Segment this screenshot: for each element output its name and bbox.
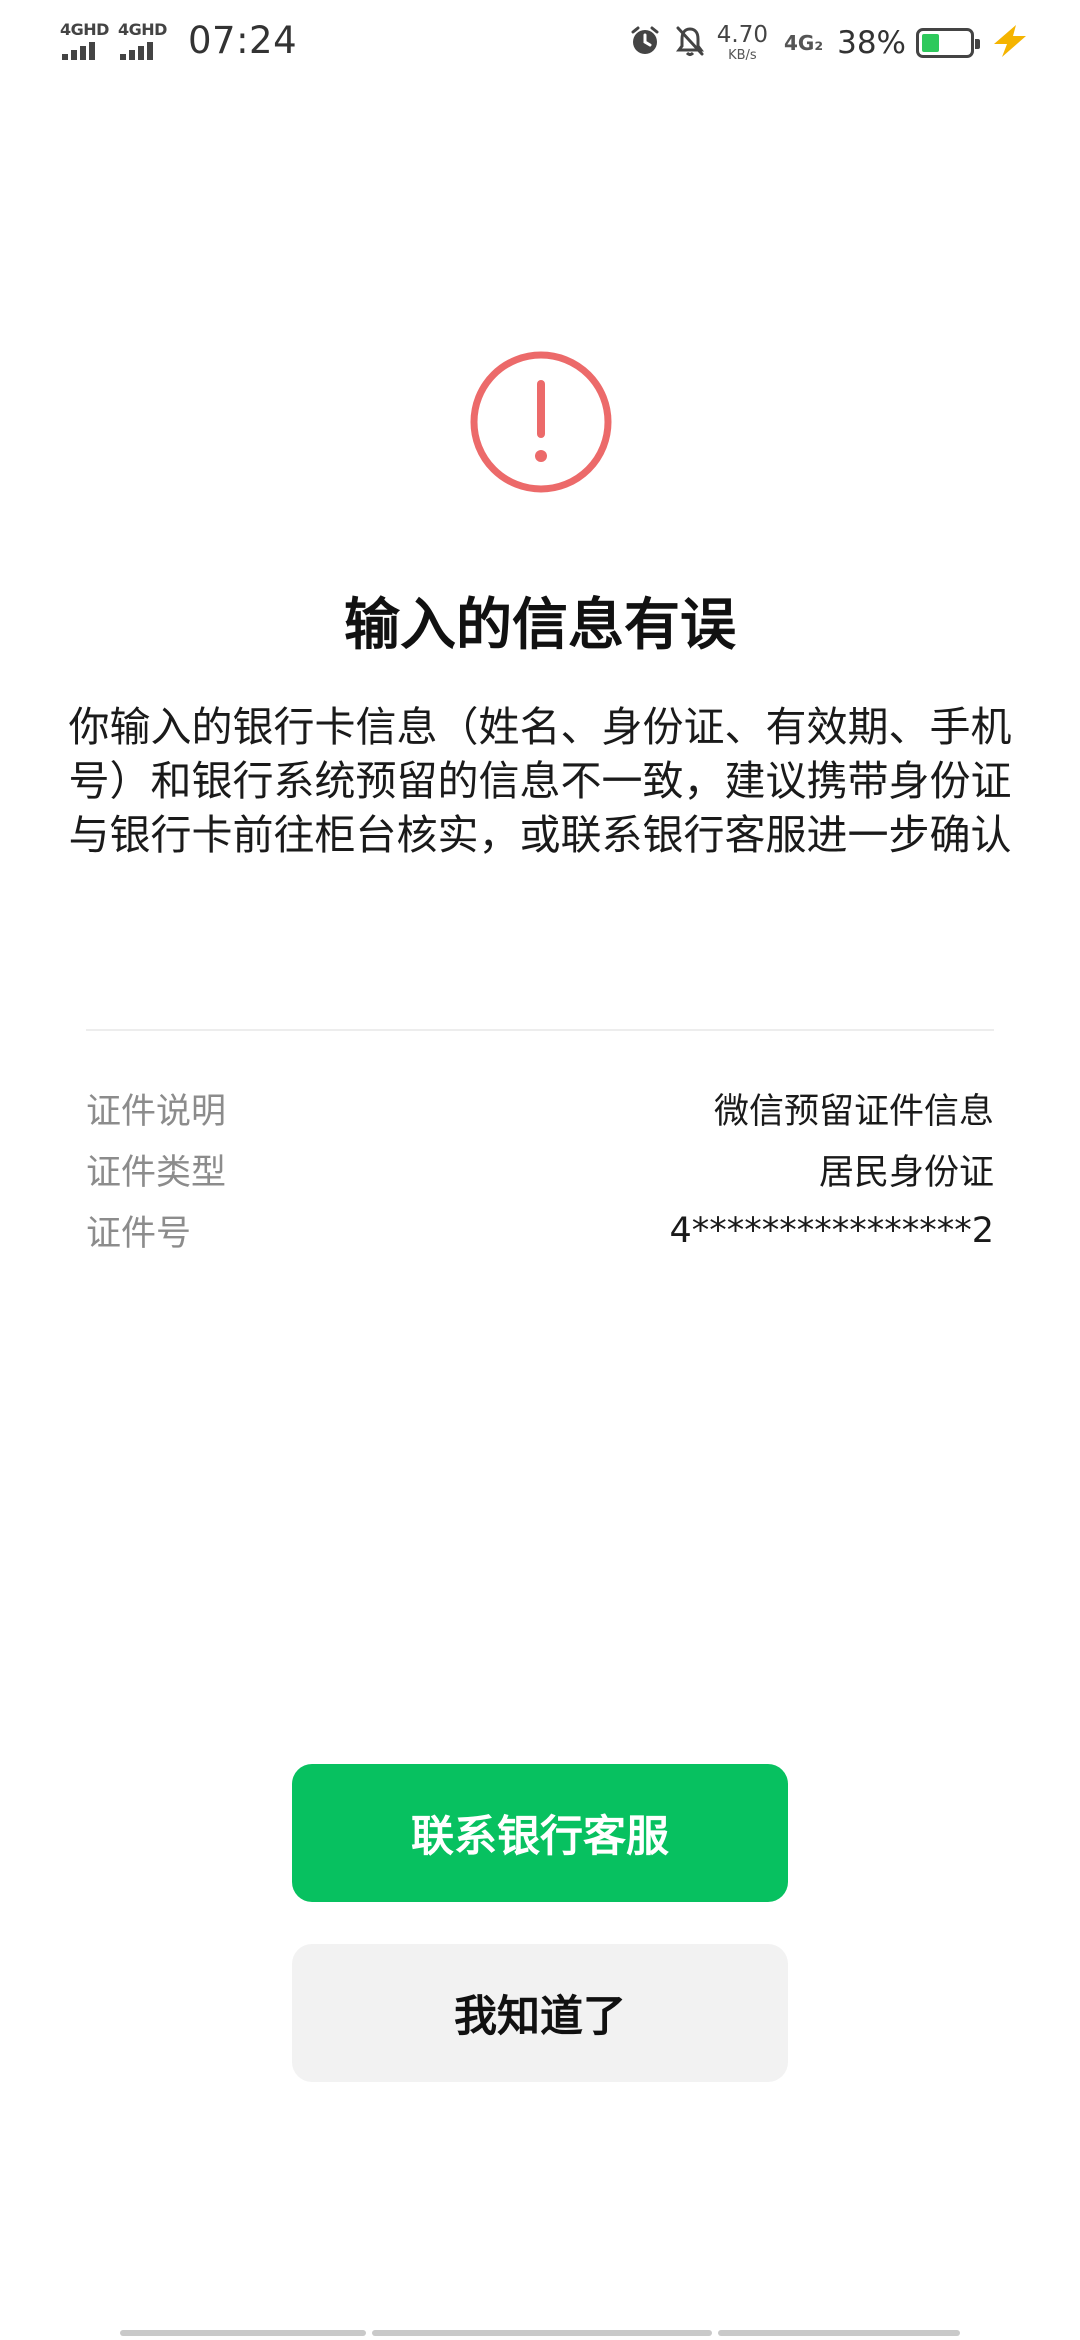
exclamation-circle-icon bbox=[470, 351, 612, 493]
page-title: 输入的信息有误 bbox=[344, 593, 736, 658]
info-value: 居民身份证 bbox=[818, 1153, 994, 1193]
error-description: 你输入的银行卡信息（姓名、身份证、有效期、手机号）和银行系统预留的信息不一致，建… bbox=[68, 703, 1012, 859]
battery-icon bbox=[916, 28, 980, 58]
divider bbox=[86, 1029, 994, 1031]
info-label: 证件说明 bbox=[86, 1092, 227, 1132]
battery-percent: 38% bbox=[837, 25, 906, 61]
network-speed-unit: KB/s bbox=[728, 48, 757, 63]
network-label-3: 4G₂ bbox=[784, 31, 824, 55]
signal-icon: 4GHD bbox=[118, 18, 168, 62]
info-value: 微信预留证件信息 bbox=[713, 1092, 994, 1132]
status-right: 4.70 KB/s 4G₂ 38% bbox=[615, 18, 1030, 68]
certificate-info: 证件说明 微信预留证件信息 证件类型 居民身份证 证件号 4**********… bbox=[86, 1078, 994, 1261]
got-it-button[interactable]: 我知道了 bbox=[292, 1944, 788, 2082]
network-speed-value: 4.70 bbox=[716, 22, 768, 48]
charging-bolt-icon bbox=[990, 24, 1030, 62]
network-label-2: 4GHD bbox=[118, 20, 167, 39]
battery-fill bbox=[922, 34, 939, 52]
signal-icon: 4GHD bbox=[60, 18, 110, 62]
info-label: 证件类型 bbox=[86, 1153, 227, 1193]
network-label-1: 4GHD bbox=[60, 20, 109, 39]
info-row-description: 证件说明 微信预留证件信息 bbox=[86, 1078, 994, 1139]
alarm-icon bbox=[629, 25, 661, 61]
info-value: 4****************2 bbox=[669, 1210, 994, 1251]
bell-off-icon bbox=[675, 25, 705, 61]
error-screen: 4GHD 4GHD 07:24 4.70 KB/s 4G₂ 38% 输入的信息有… bbox=[0, 0, 1080, 2340]
info-label: 证件号 bbox=[86, 1214, 192, 1254]
info-row-type: 证件类型 居民身份证 bbox=[86, 1139, 994, 1200]
info-row-number: 证件号 4****************2 bbox=[86, 1200, 994, 1261]
gesture-nav-bar[interactable] bbox=[120, 2330, 960, 2336]
contact-bank-button[interactable]: 联系银行客服 bbox=[292, 1764, 788, 1902]
status-bar: 4GHD 4GHD 07:24 4.70 KB/s 4G₂ 38% bbox=[0, 0, 1080, 90]
status-time: 07:24 bbox=[188, 18, 298, 62]
status-left: 4GHD 4GHD 07:24 bbox=[60, 18, 297, 62]
network-speed: 4.70 KB/s bbox=[716, 22, 768, 63]
